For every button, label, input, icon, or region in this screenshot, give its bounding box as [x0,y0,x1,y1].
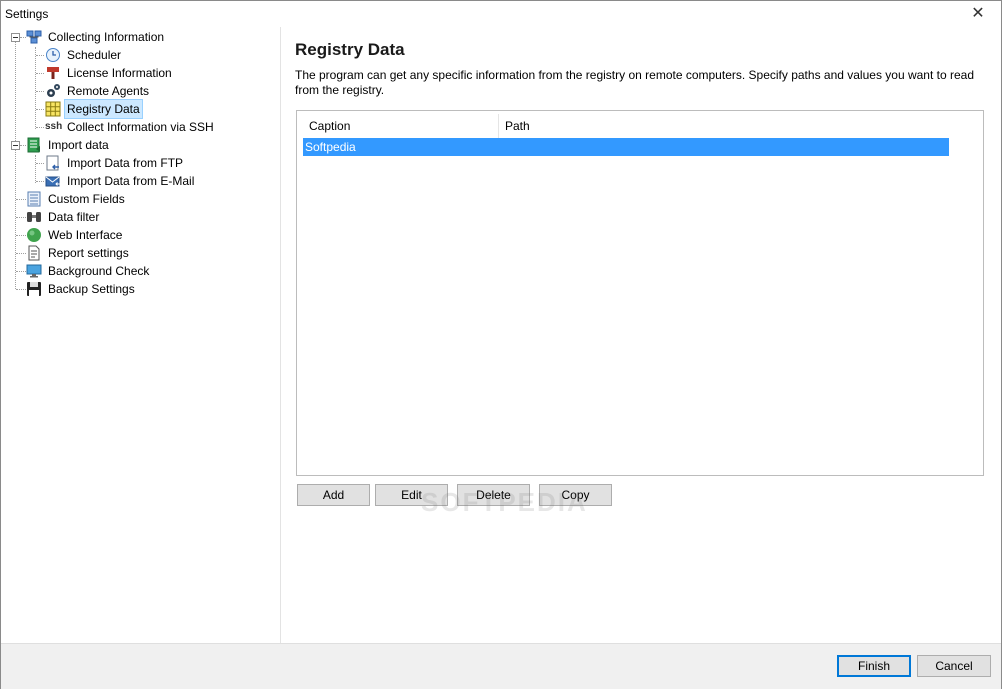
tree-line [36,55,44,56]
grid-table-icon [45,101,61,117]
registry-list[interactable]: Caption Path Softpedia [296,110,984,476]
tree-line [15,41,16,289]
email-import-icon [45,176,60,187]
delete-button[interactable]: Delete [457,484,530,506]
report-document-icon [28,245,40,261]
tree-item-label: Custom Fields [48,192,125,206]
tree-line [35,155,36,183]
tree-line [16,271,26,272]
content-pane: Registry Data The program can get any sp… [281,27,1001,643]
tree-item-label: Registry Data [64,99,143,119]
caption-cell: Softpedia [305,140,356,154]
list-document-icon [27,191,41,207]
edit-button[interactable]: Edit [375,484,448,506]
tree-item-label: Collecting Information [48,30,165,44]
monitor-icon [26,264,42,278]
page-description: The program can get any specific informa… [295,68,975,97]
binoculars-icon [27,212,41,222]
dialog-footer: Finish Cancel [1,643,1001,689]
tree-line [16,235,26,236]
tree-item-label: Import Data from FTP [67,156,184,170]
tree-line [16,199,26,200]
settings-window: Settings ✕ Collecting Information Schedu… [0,0,1002,689]
tree-item-label: License Information [67,66,172,80]
globe-icon [27,228,41,242]
collapse-toggle-collecting-information[interactable] [11,33,20,42]
tree-line [36,181,44,182]
license-stamp-icon [47,67,59,79]
tree-line [35,47,36,129]
tree-line [36,91,44,92]
cancel-button[interactable]: Cancel [917,655,991,677]
title-bar: Settings ✕ [1,1,1001,27]
column-header-path[interactable]: Path [499,114,949,138]
collapse-toggle-import-data[interactable] [11,141,20,150]
column-header-caption[interactable]: Caption [303,114,499,138]
copy-button[interactable]: Copy [539,484,612,506]
gears-icon [47,84,60,97]
tree-item-label: Report settings [48,246,129,260]
network-computers-icon [26,30,42,44]
tree-line [36,109,44,110]
close-button[interactable]: ✕ [965,3,991,25]
tree-item-label: Collect Information via SSH [67,120,214,134]
ssh-text-icon: ssh [45,121,63,132]
tree-item-label: Data filter [48,210,100,224]
window-title: Settings [5,7,49,21]
tree-line [36,73,44,74]
floppy-disk-icon [27,282,41,296]
settings-tree: Collecting Information Scheduler License… [2,27,281,643]
tree-line [16,289,26,290]
tree-item-label: Scheduler [67,48,122,62]
tree-line [16,253,26,254]
list-header: Caption Path [303,114,949,139]
tree-line [36,127,44,128]
page-title: Registry Data [295,40,405,59]
add-button[interactable]: Add [297,484,370,506]
clock-icon [46,48,60,62]
tree-line [16,217,26,218]
tree-item-label: Web Interface [48,228,123,242]
tree-item-label: Remote Agents [67,84,150,98]
ftp-import-icon [46,155,59,171]
import-data-icon [27,137,40,153]
tree-item-label: Background Check [48,264,150,278]
table-row[interactable]: Softpedia [303,138,949,156]
tree-item-label: Import data [48,138,109,152]
tree-item-label: Import Data from E-Mail [67,174,195,188]
tree-line [36,163,44,164]
tree-item-label: Backup Settings [48,282,135,296]
finish-button[interactable]: Finish [837,655,911,677]
